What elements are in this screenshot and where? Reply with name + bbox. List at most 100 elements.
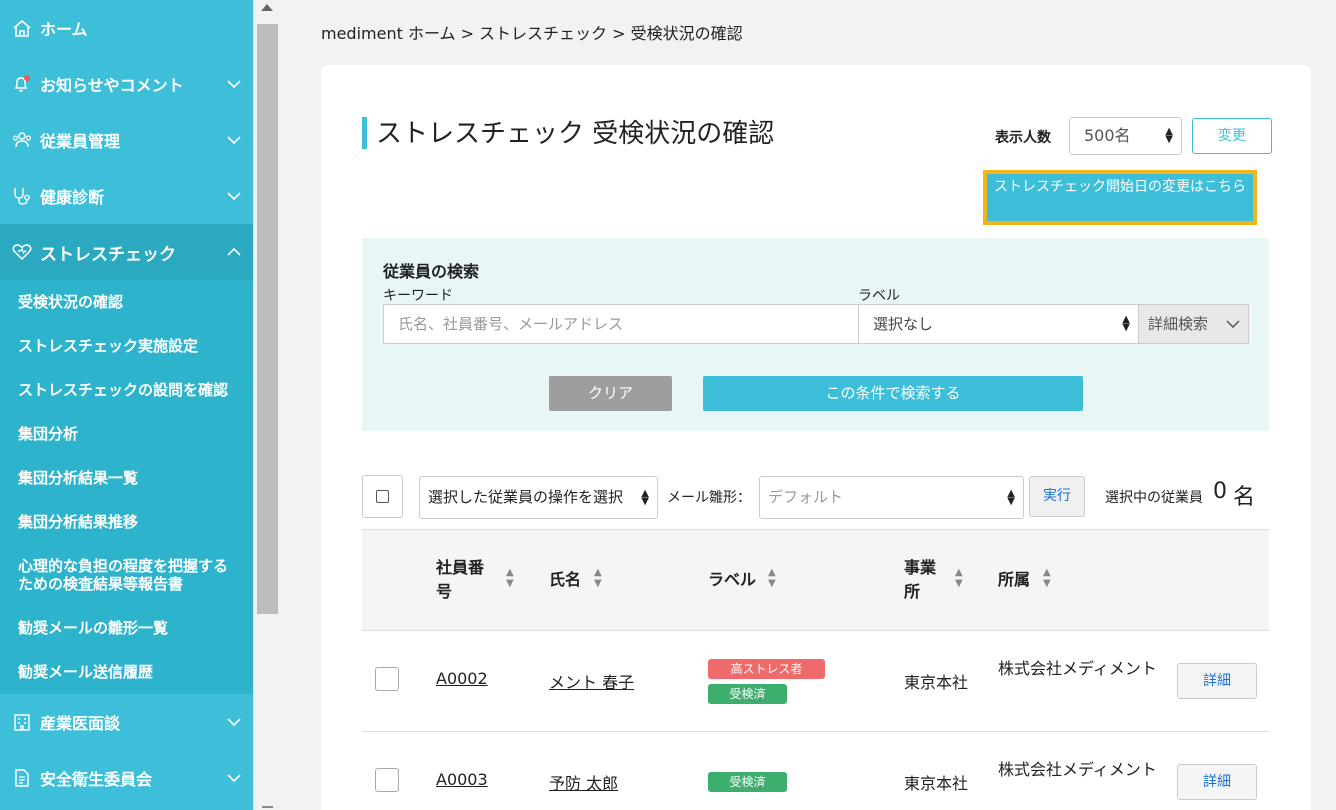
clear-button[interactable]: クリア xyxy=(549,376,672,411)
change-start-date-button[interactable]: ストレスチェック開始日の変更はこちら xyxy=(987,174,1253,221)
sidebar-item-report[interactable]: 心理的な負担の程度を把握するための検査結果等報告書 xyxy=(0,544,253,606)
row-checkbox[interactable] xyxy=(375,768,399,792)
mail-template-value: デフォルト xyxy=(768,488,844,506)
updown-arrows-icon: ▲ ▼ xyxy=(1007,487,1015,507)
nav-section-notices[interactable]: お知らせやコメント xyxy=(0,56,253,112)
chevron-down-icon xyxy=(227,192,241,200)
column-header-label[interactable]: ラベル xyxy=(708,568,756,592)
title-accent-bar xyxy=(362,117,367,149)
search-button[interactable]: この条件で検索する xyxy=(703,376,1083,411)
page-title: ストレスチェック 受検状況の確認 xyxy=(376,119,775,149)
sidebar-item-exam-status[interactable]: 受検状況の確認 xyxy=(0,280,253,324)
detail-button[interactable]: 詳細 xyxy=(1177,663,1257,699)
column-header-name[interactable]: 氏名 xyxy=(549,568,581,592)
sidebar-scrollbar[interactable] xyxy=(253,0,280,810)
display-count-select[interactable]: 500名 ▲ ▼ xyxy=(1069,117,1182,155)
chevron-down-icon xyxy=(227,718,241,726)
nav-section-employees[interactable]: 従業員管理 xyxy=(0,112,253,168)
column-header-affiliation[interactable]: 所属 xyxy=(998,568,1030,592)
operation-select[interactable]: 選択した従業員の操作を選択 ▲ ▼ xyxy=(419,476,658,519)
advanced-search-button[interactable]: 詳細検索 xyxy=(1138,304,1249,344)
employee-id-link[interactable]: A0002 xyxy=(436,669,488,688)
nav-home[interactable]: ホーム xyxy=(0,0,253,56)
nav-section-label: 産業医面談 xyxy=(40,714,121,733)
nav-section-label: 従業員管理 xyxy=(40,132,121,151)
selected-count: 0 xyxy=(1213,479,1227,504)
document-icon xyxy=(10,766,34,790)
nav-section-doctor-interview[interactable]: 産業医面談 xyxy=(0,694,253,750)
bell-icon xyxy=(10,72,34,96)
mail-template-select[interactable]: デフォルト ▲ ▼ xyxy=(759,476,1024,519)
building-icon xyxy=(10,710,34,734)
affiliation-cell: 株式会社メディメント xyxy=(998,760,1157,779)
sidebar-item-group-results[interactable]: 集団分析結果一覧 xyxy=(0,456,253,500)
operation-select-value: 選択した従業員の操作を選択 xyxy=(428,488,624,506)
sort-icon[interactable]: ▲ ▼ xyxy=(1043,567,1051,589)
selected-employees-label: 選択中の従業員 xyxy=(1105,490,1203,506)
updown-arrows-icon: ▲ ▼ xyxy=(641,487,649,507)
sort-icon[interactable]: ▲ ▼ xyxy=(594,567,602,589)
chevron-up-icon xyxy=(227,248,241,256)
office-cell: 東京本社 xyxy=(904,673,969,692)
bulk-action-bar: 選択した従業員の操作を選択 ▲ ▼ メール雛形： デフォルト ▲ ▼ 実行 選択中の… xyxy=(362,475,1269,520)
sort-icon[interactable]: ▲ ▼ xyxy=(506,567,514,589)
employee-name-link[interactable]: メント 春子 xyxy=(549,669,634,693)
table-header: 社員番号 ▲ ▼ 氏名 ▲ ▼ ラベル ▲ ▼ 事業所 ▲ ▼ 所属 ▲ ▼ xyxy=(362,529,1269,631)
scrollbar-thumb[interactable] xyxy=(257,24,278,614)
sidebar-item-group-trend[interactable]: 集団分析結果推移 xyxy=(0,500,253,544)
nav-section-label: ストレスチェック xyxy=(40,244,176,265)
status-badge-done: 受検済 xyxy=(708,772,787,792)
office-cell: 東京本社 xyxy=(904,774,969,793)
sort-icon[interactable]: ▲ ▼ xyxy=(768,567,776,589)
nav-home-label: ホーム xyxy=(40,20,88,39)
chevron-down-icon xyxy=(227,136,241,144)
keyword-label: キーワード xyxy=(383,288,453,304)
chevron-down-icon xyxy=(227,774,241,782)
nav-section-health-check[interactable]: 健康診断 xyxy=(0,168,253,224)
mail-template-label: メール雛形： xyxy=(667,490,751,506)
execute-button[interactable]: 実行 xyxy=(1029,476,1085,517)
table-row: A0002 メント 春子 高ストレス者 受検済 東京本社 株式会社メディメント … xyxy=(362,631,1269,732)
start-date-highlight: ストレスチェック開始日の変更はこちら xyxy=(983,170,1257,225)
change-button[interactable]: 変更 xyxy=(1192,118,1272,154)
detail-button[interactable]: 詳細 xyxy=(1177,764,1257,800)
sidebar-item-settings[interactable]: ストレスチェック実施設定 xyxy=(0,324,253,368)
label-filter-select[interactable]: 選択なし ▲ ▼ xyxy=(858,304,1139,344)
table-row: A0003 予防 太郎 受検済 東京本社 株式会社メディメント 詳細 xyxy=(362,732,1269,810)
people-icon xyxy=(10,128,34,152)
nav-section-label: 安全衛生委員会 xyxy=(40,770,153,789)
label-filter-value: 選択なし xyxy=(873,315,934,333)
nav-section-safety-committee[interactable]: 安全衛生委員会 xyxy=(0,750,253,806)
select-all-checkbox[interactable] xyxy=(362,475,403,518)
home-icon xyxy=(10,16,34,40)
sidebar: ホーム お知らせやコメント 従業員管理 健康診断 ストレスチェック 受検状況の確… xyxy=(0,0,253,810)
sidebar-item-mail-templates[interactable]: 勧奨メールの雛形一覧 xyxy=(0,606,253,650)
main-card: ストレスチェック 受検状況の確認 表示人数 500名 ▲ ▼ 変更 ストレスチェッ… xyxy=(321,65,1311,810)
sidebar-item-questions[interactable]: ストレスチェックの設問を確認 xyxy=(0,368,253,412)
breadcrumb[interactable]: mediment ホーム > ストレスチェック > 受検状況の確認 xyxy=(321,20,743,44)
sidebar-item-group-analysis[interactable]: 集団分析 xyxy=(0,412,253,456)
chevron-down-icon xyxy=(227,80,241,88)
employee-name-link[interactable]: 予防 太郎 xyxy=(549,770,618,794)
status-badge-done: 受検済 xyxy=(708,684,787,704)
selected-count-unit: 名 xyxy=(1233,485,1256,510)
display-count-value: 500名 xyxy=(1084,126,1131,145)
search-title: 従業員の検索 xyxy=(383,262,480,281)
sort-icon[interactable]: ▲ ▼ xyxy=(955,567,963,589)
nav-section-stress-check[interactable]: ストレスチェック xyxy=(0,224,253,280)
column-header-office[interactable]: 事業所 xyxy=(904,556,940,604)
scroll-down-arrow-icon[interactable] xyxy=(262,806,273,808)
sidebar-item-mail-history[interactable]: 勧奨メール送信履歴 xyxy=(0,650,253,694)
updown-arrows-icon: ▲ ▼ xyxy=(1165,126,1173,145)
stress-check-submenu: 受検状況の確認 ストレスチェック実施設定 ストレスチェックの設問を確認 集団分析… xyxy=(0,280,253,694)
employee-search-panel: 従業員の検索 キーワード 氏名、社員番号、メールアドレス ラベル 選択なし ▲ ▼… xyxy=(362,238,1269,431)
employee-id-link[interactable]: A0003 xyxy=(436,770,488,789)
keyword-input[interactable]: 氏名、社員番号、メールアドレス xyxy=(383,304,859,344)
scroll-up-arrow-icon[interactable] xyxy=(261,4,273,11)
chevron-down-icon xyxy=(1226,320,1240,328)
label-filter-label: ラベル xyxy=(858,288,900,304)
column-header-employee-id[interactable]: 社員番号 xyxy=(436,556,492,604)
affiliation-cell: 株式会社メディメント xyxy=(998,659,1157,678)
row-checkbox[interactable] xyxy=(375,667,399,691)
display-count-label: 表示人数 xyxy=(995,130,1051,146)
